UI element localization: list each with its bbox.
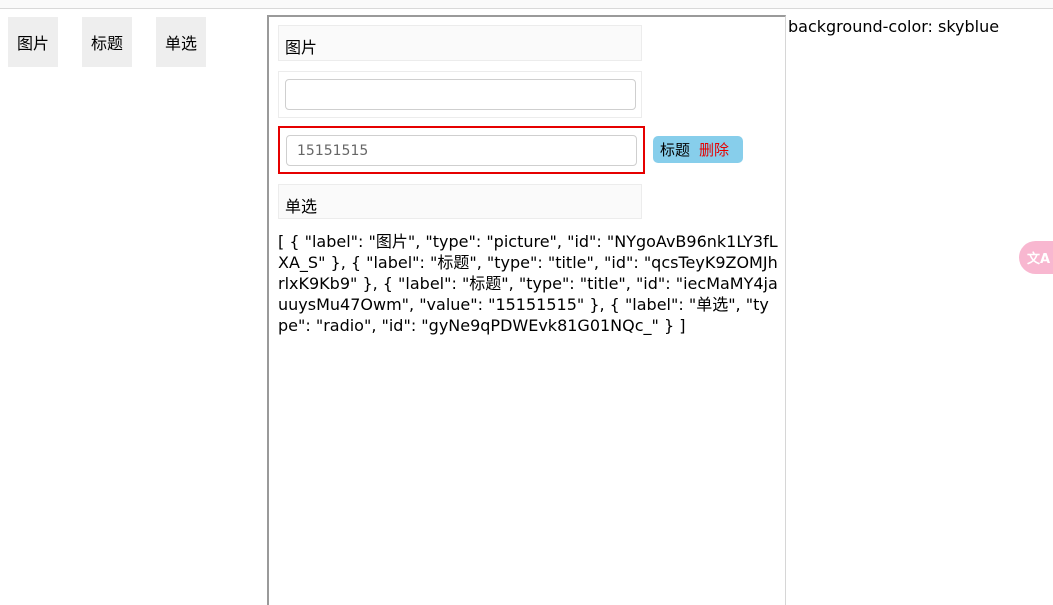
browser-top-strip [0,0,1053,9]
radio-field-label: 单选 [285,197,318,216]
palette-picture-button[interactable]: 图片 [8,17,58,67]
palette-radio-label: 单选 [164,34,197,53]
picture-field-label: 图片 [285,38,318,57]
radio-field[interactable]: 单选 [278,184,642,219]
delete-field-button[interactable]: 删除 [699,139,729,160]
palette-title-button[interactable]: 标题 [82,17,132,67]
title-field[interactable] [278,71,642,118]
selected-title-input[interactable] [286,135,637,166]
palette-picture-label: 图片 [16,34,49,53]
palette-title-label: 标题 [90,34,123,53]
selected-title-field[interactable] [278,126,645,174]
form-canvas: 图片 标题 删除 单选 [ { "label": "图片", "type": "… [267,15,786,605]
translate-icon: 文A [1027,252,1051,267]
palette-radio-button[interactable]: 单选 [156,17,206,67]
background-color-note: background-color: skyblue [788,17,1000,36]
title-input[interactable] [285,79,636,110]
selected-field-actions: 标题 删除 [653,136,743,163]
selected-field-type: 标题 [660,141,691,159]
picture-field[interactable]: 图片 [278,25,642,61]
translate-widget[interactable]: 文A [1019,241,1053,274]
form-json-output: [ { "label": "图片", "type": "picture", "i… [278,232,778,335]
